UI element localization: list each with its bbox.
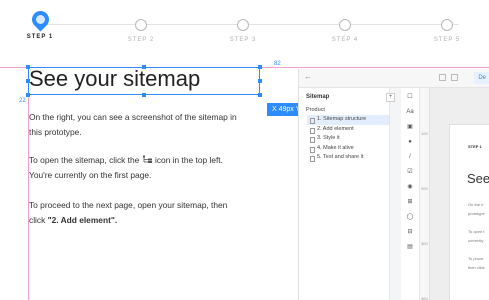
step-3-circle-icon xyxy=(237,19,249,31)
paragraph-open-sitemap: To open the sitemap, click the icon in t… xyxy=(29,153,244,183)
rectangle-tool-icon: ☐ xyxy=(407,94,413,100)
step-4-circle-icon xyxy=(339,19,351,31)
paragraph-intro: On the right, you can see a screenshot o… xyxy=(29,112,237,137)
resize-handle-right-middle[interactable] xyxy=(258,79,262,83)
circle-tool-icon: ◯ xyxy=(406,214,414,220)
step-2[interactable]: STEP 2 xyxy=(111,11,171,43)
image-tool-icon: ▣ xyxy=(407,124,413,130)
sitemap-item-label: 1. Sitemap structure xyxy=(317,116,367,122)
step-3-label: STEP 3 xyxy=(229,37,257,43)
resize-handle-top-right[interactable] xyxy=(258,65,262,69)
tutorial-root: STEP 1 STEP 2 STEP 3 STEP 4 STEP 5 82 22… xyxy=(0,0,489,300)
sitemap-item-label: 2. Add element xyxy=(317,125,354,132)
mini-page-preview: STEP 1 See On the ri prototype To open t… xyxy=(449,124,489,300)
top-distance-label: 82 xyxy=(274,61,281,67)
mini-step-label: STEP 1 xyxy=(468,144,482,149)
sitemap-screenshot: ← De Sitemap + Product 1. Sitemap struct… xyxy=(298,69,489,300)
mini-title: See xyxy=(467,171,489,186)
tool-rail: ☐ Aa ▣ ● / ☑ ◉ ⊞ ◯ ⊟ ▤ ⇆ xyxy=(401,88,420,300)
step-4[interactable]: STEP 4 xyxy=(315,11,375,43)
sitemap-item: 3. Style it xyxy=(307,134,389,144)
back-arrow-icon: ← xyxy=(304,72,312,81)
mini-line: prototype xyxy=(468,211,485,216)
step-1-label: STEP 1 xyxy=(26,34,54,40)
radio-tool-icon: ◉ xyxy=(407,184,413,190)
step-5-circle-icon xyxy=(441,19,453,31)
sitemap-add-button: + xyxy=(386,93,395,102)
paragraph-proceed-bold: "2. Add element". xyxy=(47,215,118,225)
button-tool-icon: ● xyxy=(408,139,412,145)
left-distance-label: 22 xyxy=(19,98,26,104)
resize-handle-bottom-right[interactable] xyxy=(258,93,262,97)
sitemap-panel: Sitemap + Product 1. Sitemap structure 2… xyxy=(299,88,395,300)
stepper: STEP 1 STEP 2 STEP 3 STEP 4 STEP 5 xyxy=(0,0,489,60)
mini-line: To proce xyxy=(468,256,484,261)
page-icon xyxy=(310,137,315,143)
sitemap-title: Sitemap xyxy=(306,94,330,100)
resize-handle-bottom-middle[interactable] xyxy=(142,93,146,97)
vertical-guide xyxy=(28,67,29,300)
list-tool-icon: ▤ xyxy=(407,244,413,250)
sitemap-item-label: 3. Style it xyxy=(317,135,340,141)
paragraph-open-sitemap-start: To open the sitemap, click the xyxy=(29,155,142,165)
text-tool-icon: Aa xyxy=(406,109,414,115)
sitemap-list: 1. Sitemap structure 2. Add element 3. S… xyxy=(307,115,389,163)
page-icon xyxy=(310,156,315,162)
page-icon xyxy=(310,146,315,153)
ruler-tick: 300 xyxy=(421,241,428,246)
line-tool-icon: / xyxy=(409,154,411,160)
step-1[interactable]: STEP 1 xyxy=(10,7,70,40)
vertical-ruler: 100 200 300 400 xyxy=(420,88,430,300)
checkbox-tool-icon: ☑ xyxy=(407,169,413,175)
design-tab: De xyxy=(474,72,489,84)
sitemap-item-label: 4. Make it alive xyxy=(317,144,354,151)
ruler-tick: 400 xyxy=(421,296,428,300)
sitemap-item: 5. Test and share it xyxy=(307,153,389,163)
page-icon xyxy=(310,127,315,134)
sitemap-item: 4. Make it alive xyxy=(307,144,389,154)
selection-box[interactable] xyxy=(28,67,260,95)
mini-line: To open t xyxy=(468,229,485,234)
input-tool-icon: ⊟ xyxy=(407,229,413,235)
ghost-icon-1 xyxy=(439,74,446,81)
step-3[interactable]: STEP 3 xyxy=(213,11,273,43)
sitemap-item: 2. Add element xyxy=(307,125,389,135)
step-5-label: STEP 5 xyxy=(433,37,461,43)
mini-line: On the ri xyxy=(468,202,484,207)
step-5[interactable]: STEP 5 xyxy=(417,11,477,43)
current-step-pin-icon xyxy=(27,7,53,32)
step-2-circle-icon xyxy=(135,19,147,31)
resize-handle-top-middle[interactable] xyxy=(142,65,146,69)
screenshot-canvas: 100 200 300 400 STEP 1 See On the ri pro… xyxy=(420,88,489,300)
ghost-icon-2 xyxy=(451,74,458,81)
sitemap-root-item: Product xyxy=(306,107,325,113)
sitemap-item: 1. Sitemap structure xyxy=(307,115,389,125)
paragraph-proceed: To proceed to the next page, open your s… xyxy=(29,198,244,228)
step-2-label: STEP 2 xyxy=(127,37,155,43)
ruler-tick: 200 xyxy=(421,186,428,191)
step-4-label: STEP 4 xyxy=(331,37,359,43)
resize-handle-bottom-left[interactable] xyxy=(26,93,30,97)
mini-line: then click xyxy=(468,265,485,270)
ruler-tick: 100 xyxy=(421,131,428,136)
sitemap-item-label: 5. Test and share it xyxy=(317,154,364,160)
sitemap-icon xyxy=(142,155,152,163)
page-icon xyxy=(310,118,315,124)
resize-handle-top-left[interactable] xyxy=(26,65,30,69)
resize-handle-left-middle[interactable] xyxy=(26,79,30,83)
screenshot-topbar: ← De xyxy=(299,69,489,88)
grid-tool-icon: ⊞ xyxy=(407,199,413,205)
mini-line: currently xyxy=(468,238,484,243)
